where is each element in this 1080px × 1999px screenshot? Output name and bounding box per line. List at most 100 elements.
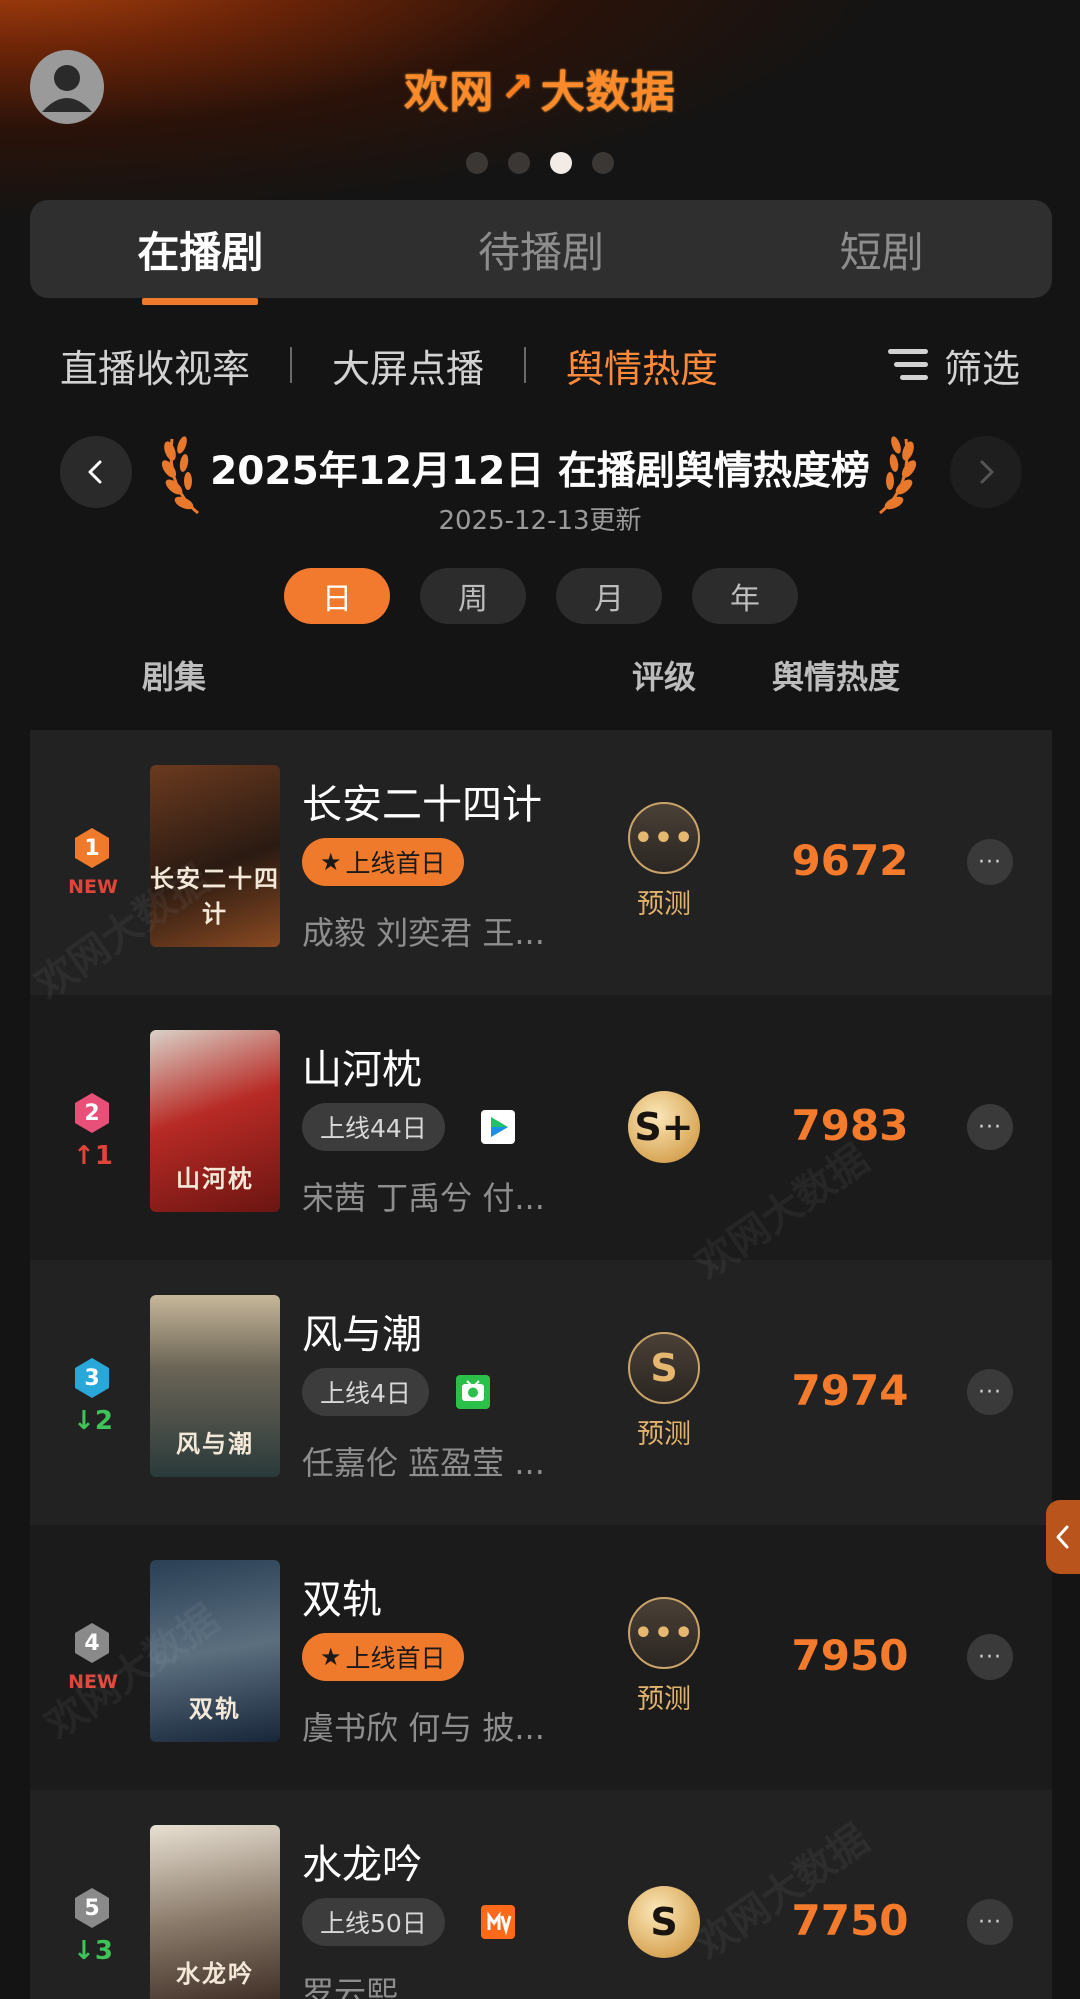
show-cast: 宋茜 丁禹兮 付... xyxy=(302,1179,545,1217)
show-poster[interactable]: 双轨 xyxy=(150,1560,280,1742)
days-online-tag: 上线44日 xyxy=(302,1103,445,1151)
show-poster[interactable]: 山河枕 xyxy=(150,1030,280,1212)
update-time: 2025-12-13更新 xyxy=(438,506,642,536)
show-title[interactable]: 风与潮 xyxy=(302,1302,422,1360)
user-avatar[interactable] xyxy=(30,50,104,124)
show-title[interactable]: 双轨 xyxy=(302,1567,382,1625)
rank-number: 2 xyxy=(84,1100,100,1126)
days-online-tag: 上线4日 xyxy=(302,1368,429,1416)
mgtv-icon xyxy=(481,1905,515,1939)
divider xyxy=(290,347,293,383)
heat-value: 7974 xyxy=(791,1366,909,1415)
rank-change: ↑1 xyxy=(73,1141,113,1171)
carousel-dot[interactable] xyxy=(592,152,614,174)
show-title[interactable]: 山河枕 xyxy=(302,1037,422,1095)
show-poster[interactable]: 水龙吟 xyxy=(150,1825,280,1999)
heat-value: 7983 xyxy=(791,1101,909,1150)
rank-number: 3 xyxy=(84,1365,100,1391)
rating-badge[interactable]: S xyxy=(628,1332,700,1404)
days-online-tag: 上线50日 xyxy=(302,1898,445,1946)
logo-text: 欢网 xyxy=(404,67,495,118)
rating-label: 预测 xyxy=(637,1684,691,1715)
filter-icon xyxy=(888,349,928,380)
more-options-icon[interactable]: ··· xyxy=(967,1899,1013,1945)
column-header-show: 剧集 xyxy=(142,658,207,696)
tag-label: 上线首日 xyxy=(345,1644,446,1673)
show-cast: 任嘉伦 蓝盈莹 ... xyxy=(302,1444,545,1482)
star-icon: ★ xyxy=(320,848,342,876)
active-tab-indicator xyxy=(142,298,258,305)
ranking-row[interactable]: 3 ↓2 风与潮 风与潮 上线4日 任嘉伦 蓝盈莹 ... S 预测 7974 ··· xyxy=(30,1260,1052,1525)
laurel-left-icon xyxy=(161,436,199,515)
rank-change: NEW xyxy=(68,876,118,898)
more-options-icon[interactable]: ··· xyxy=(967,1369,1013,1415)
carousel-dot[interactable] xyxy=(466,152,488,174)
subtab-public-opinion[interactable]: 舆情热度 xyxy=(566,338,718,393)
premiere-tag: ★ 上线首日 xyxy=(302,838,464,886)
rank-badge: 1 xyxy=(72,826,112,870)
more-options-icon[interactable]: ··· xyxy=(967,1104,1013,1150)
rating-badge[interactable]: ••• xyxy=(628,802,700,874)
more-options-icon[interactable]: ··· xyxy=(967,839,1013,885)
rank-badge: 2 xyxy=(72,1091,112,1135)
subtab-live-rating[interactable]: 直播收视率 xyxy=(60,338,250,393)
ranking-row[interactable]: 2 ↑1 山河枕 山河枕 上线44日 宋茜 丁禹兮 付... S+ 7983 ··· xyxy=(30,995,1052,1260)
main-tabs: 在播剧 待播剧 短剧 xyxy=(30,200,1052,298)
logo-mark-icon: ↗ xyxy=(500,65,535,111)
sub-tabs: 直播收视率 大屏点播 舆情热度 xyxy=(60,335,718,395)
period-month[interactable]: 月 xyxy=(556,568,662,624)
tab-upcoming[interactable]: 待播剧 xyxy=(371,200,712,298)
chevron-left-icon xyxy=(1056,1525,1069,1549)
chevron-right-icon xyxy=(980,460,994,484)
poster-title-text: 山河枕 xyxy=(176,1165,254,1193)
column-header-rating: 评级 xyxy=(632,658,697,696)
period-week[interactable]: 周 xyxy=(420,568,526,624)
period-year[interactable]: 年 xyxy=(692,568,798,624)
rating-label: 预测 xyxy=(637,889,691,920)
rating-badge[interactable]: ••• xyxy=(628,1597,700,1669)
more-options-icon[interactable]: ··· xyxy=(967,1634,1013,1680)
subtab-vod[interactable]: 大屏点播 xyxy=(332,338,484,393)
carousel-dots xyxy=(0,152,1080,174)
rank-change: ↓3 xyxy=(73,1936,113,1966)
premiere-tag: ★ 上线首日 xyxy=(302,1633,464,1681)
rank-badge: 3 xyxy=(72,1356,112,1400)
filter-button[interactable]: 筛选 xyxy=(886,335,1020,395)
rating-badge[interactable]: S xyxy=(628,1886,700,1958)
rating-badge[interactable]: S+ xyxy=(628,1091,700,1163)
tab-airing[interactable]: 在播剧 xyxy=(30,200,371,298)
show-title[interactable]: 水龙吟 xyxy=(302,1832,422,1890)
tab-short[interactable]: 短剧 xyxy=(711,200,1052,298)
rank-number: 4 xyxy=(84,1630,100,1656)
carousel-dot[interactable] xyxy=(508,152,530,174)
tag-label: 上线首日 xyxy=(345,849,446,878)
youku-icon xyxy=(456,1375,490,1409)
rank-number: 5 xyxy=(84,1895,100,1921)
iqiyi-icon xyxy=(481,1110,515,1144)
rank-badge: 5 xyxy=(72,1886,112,1930)
side-drawer-handle[interactable] xyxy=(1046,1500,1080,1574)
show-cast: 罗云熙 ... xyxy=(302,1974,439,1999)
heat-value: 7750 xyxy=(791,1896,909,1945)
show-cast: 虞书欣 何与 披... xyxy=(302,1709,545,1747)
rank-badge: 4 xyxy=(72,1621,112,1665)
ranking-row[interactable]: 4 NEW 双轨 双轨 ★ 上线首日 虞书欣 何与 披... ••• 预测 7950 ··· xyxy=(30,1525,1052,1790)
carousel-dot-active[interactable] xyxy=(550,152,572,174)
period-selector: 日 周 月 年 xyxy=(284,568,798,624)
next-date-button[interactable] xyxy=(950,436,1022,508)
ranking-row[interactable]: 1 NEW 长安二十四计 长安二十四计 ★ 上线首日 成毅 刘奕君 王... ••• 预测 967… xyxy=(30,730,1052,995)
show-poster[interactable]: 风与潮 xyxy=(150,1295,280,1477)
heat-value: 9672 xyxy=(791,836,909,885)
logo-text-2: 大数据 xyxy=(540,67,676,118)
tag-label: 上线50日 xyxy=(320,1909,427,1938)
show-title[interactable]: 长安二十四计 xyxy=(302,772,542,830)
show-poster[interactable]: 长安二十四计 xyxy=(150,765,280,947)
rating-label: 预测 xyxy=(637,1419,691,1450)
period-day[interactable]: 日 xyxy=(284,568,390,624)
poster-title-text: 双轨 xyxy=(189,1695,241,1723)
ranking-row[interactable]: 5 ↓3 水龙吟 水龙吟 上线50日 罗云熙 ... S 7750 ··· xyxy=(30,1790,1052,1999)
prev-date-button[interactable] xyxy=(60,436,132,508)
poster-title-text: 长安二十四计 xyxy=(150,865,280,928)
column-header-heat[interactable]: 舆情热度 xyxy=(772,652,900,698)
tag-label: 上线4日 xyxy=(320,1379,411,1408)
